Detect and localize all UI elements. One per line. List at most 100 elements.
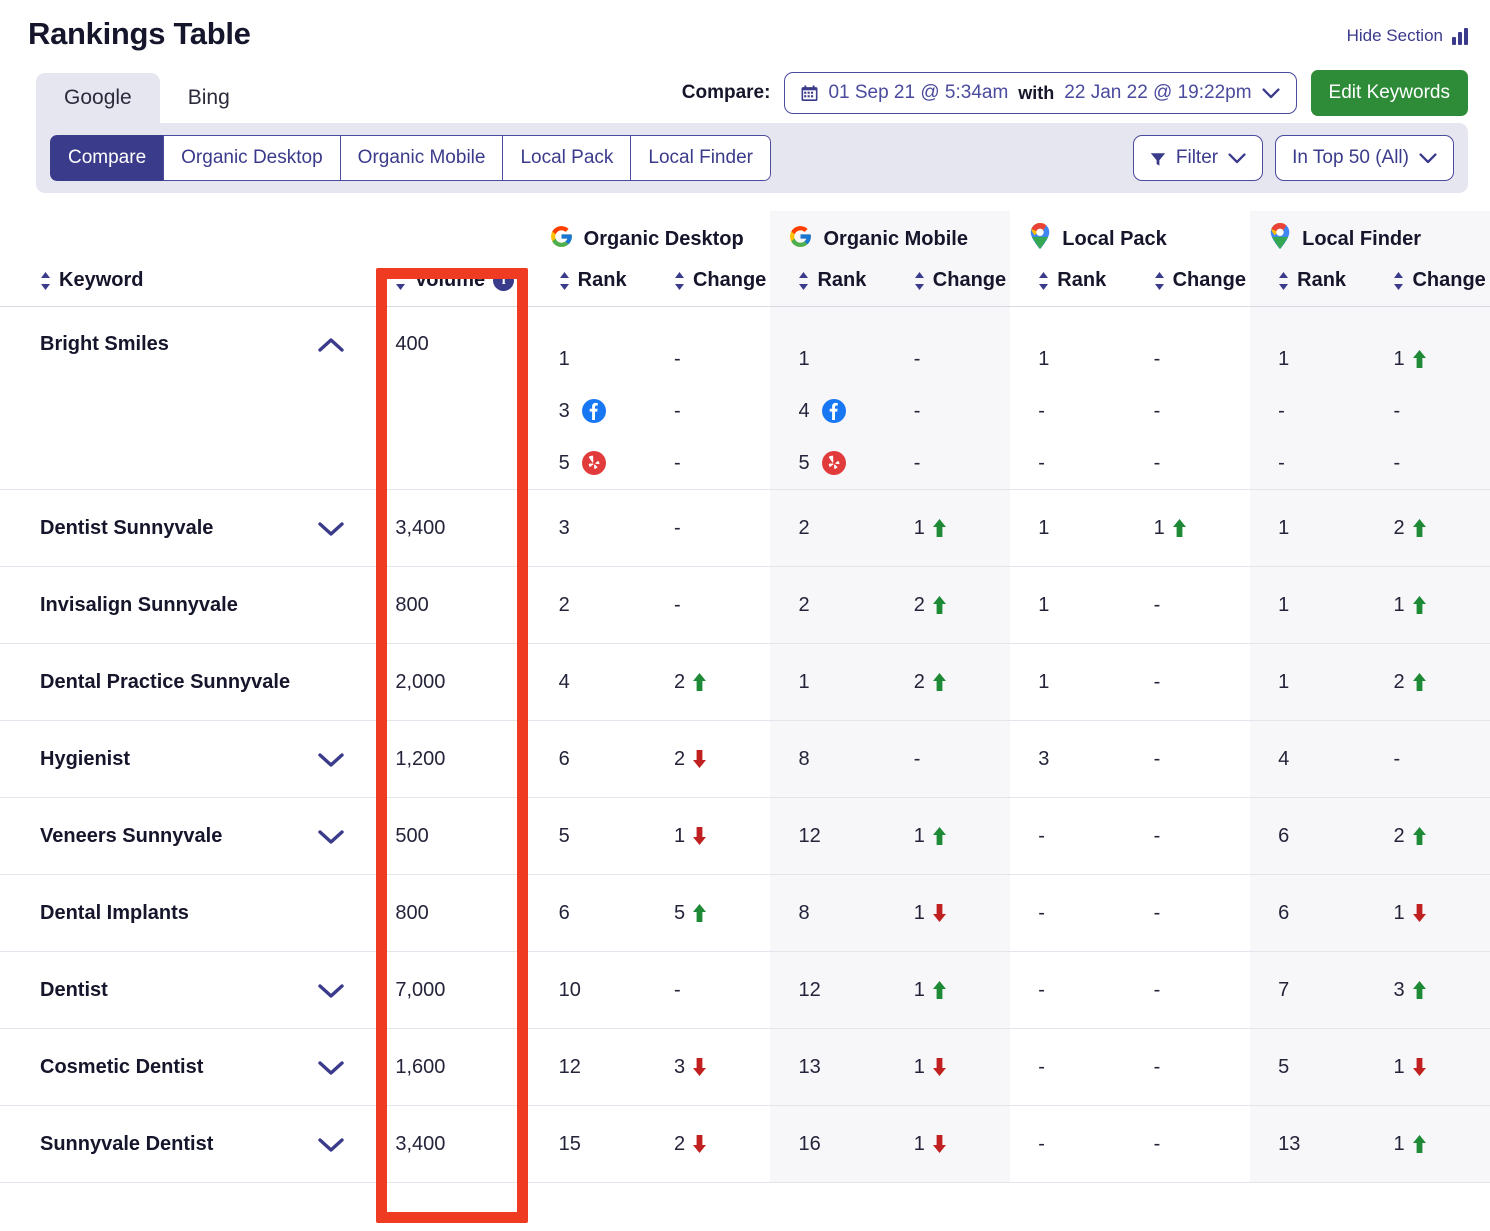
table-row[interactable]: Invisalign Sunnyvale8002-221-11	[0, 567, 1490, 644]
chevron-down-icon[interactable]	[317, 520, 345, 537]
tab-google[interactable]: Google	[36, 73, 160, 123]
table-row[interactable]: Cosmetic Dentist1,600123131--51	[0, 1029, 1490, 1106]
rank-entry: 1	[1038, 333, 1125, 385]
sort-updown-icon	[559, 272, 570, 290]
sort-updown-icon	[1154, 272, 1165, 290]
top-rank-filter-button[interactable]: In Top 50 (All)	[1275, 135, 1454, 181]
change-value: 1	[1393, 594, 1426, 617]
rank-cell: 1	[1010, 567, 1125, 644]
col-header-keyword[interactable]: Keyword	[0, 263, 367, 307]
view-tab-local-finder[interactable]: Local Finder	[630, 135, 771, 181]
keyword-cell: Bright Smiles	[0, 307, 367, 490]
arrow-down-icon	[1412, 903, 1427, 923]
date-range-picker[interactable]: 01 Sep 21 @ 5:34am with 22 Jan 22 @ 19:2…	[784, 72, 1296, 114]
change-cell: 3	[1365, 952, 1490, 1029]
table-row[interactable]: Veneers Sunnyvale50051121--62	[0, 798, 1490, 875]
table-row[interactable]: Dental Implants8006581--61	[0, 875, 1490, 952]
col-header-organic-desktop-change[interactable]: Change	[646, 263, 771, 307]
col-header-local-finder-rank[interactable]: Rank	[1250, 263, 1365, 307]
keyword-label: Bright Smiles	[40, 333, 169, 356]
col-header-organic-mobile-rank[interactable]: Rank	[770, 263, 885, 307]
change-value: -	[1154, 452, 1161, 475]
filter-button[interactable]: Filter	[1133, 135, 1263, 181]
change-value: 1	[914, 1056, 947, 1079]
rank-value: -	[1038, 825, 1045, 847]
change-cell: 2	[886, 567, 1011, 644]
arrow-down-icon	[932, 1134, 947, 1154]
chevron-down-icon[interactable]	[317, 1059, 345, 1076]
change-value: -	[1393, 400, 1400, 423]
rank-cell: 5	[1250, 1029, 1365, 1106]
hide-section-label: Hide Section	[1347, 26, 1443, 46]
sort-updown-icon	[914, 272, 925, 290]
rank-cell: 6	[531, 721, 646, 798]
tab-bing[interactable]: Bing	[160, 73, 258, 123]
change-value: 1	[1393, 1133, 1426, 1156]
chevron-up-icon[interactable]	[317, 336, 345, 353]
col-header-local-finder-change[interactable]: Change	[1365, 263, 1490, 307]
rank-entry: -	[1278, 437, 1365, 489]
rank-cell: -	[1010, 1029, 1125, 1106]
rank-value: 1	[798, 348, 809, 371]
keyword-label: Dental Practice Sunnyvale	[40, 671, 290, 694]
group-header-row: Organic Desktop Organic Mobile Local Pac…	[0, 211, 1490, 263]
rank-value: 6	[1278, 825, 1289, 847]
arrow-down-icon	[692, 749, 707, 769]
col-label: Rank	[817, 269, 866, 292]
table-row[interactable]: Hygienist1,200628-3-4-	[0, 721, 1490, 798]
rank-cell: 2	[770, 490, 885, 567]
chevron-down-icon[interactable]	[317, 828, 345, 845]
rank-value: 4	[798, 400, 809, 423]
change-value: 1	[1393, 348, 1426, 371]
facebook-icon	[822, 399, 846, 423]
col-header-volume[interactable]: Volume i	[367, 263, 530, 307]
chevron-down-icon[interactable]	[317, 982, 345, 999]
hide-section-button[interactable]: Hide Section	[1347, 16, 1468, 46]
rank-cell: -	[1010, 1106, 1125, 1183]
change-value: -	[914, 348, 921, 371]
table-row[interactable]: Dentist7,00010-121--73	[0, 952, 1490, 1029]
group-header-organic-mobile: Organic Mobile	[770, 211, 1010, 263]
rank-value: -	[1038, 979, 1045, 1001]
change-cell: 2	[1365, 798, 1490, 875]
date-to-value: 22 Jan 22 @ 19:22pm	[1064, 82, 1251, 104]
chevron-down-icon[interactable]	[317, 751, 345, 768]
arrow-up-icon	[932, 672, 947, 692]
keyword-cell: Sunnyvale Dentist	[0, 1106, 367, 1183]
rank-value: 5	[559, 825, 570, 847]
col-header-organic-desktop-rank[interactable]: Rank	[531, 263, 646, 307]
change-entry: -	[1154, 333, 1251, 385]
engine-tabs: Google Bing	[36, 73, 258, 123]
rank-cell: 1	[1010, 644, 1125, 721]
table-row[interactable]: Dental Practice Sunnyvale2,00042121-12	[0, 644, 1490, 721]
view-tab-local-pack[interactable]: Local Pack	[502, 135, 630, 181]
table-row[interactable]: Bright Smiles400135---145---1-----1--1--	[0, 307, 1490, 490]
edit-keywords-button[interactable]: Edit Keywords	[1311, 70, 1468, 116]
view-tab-organic-desktop[interactable]: Organic Desktop	[163, 135, 340, 181]
change-entry: -	[1393, 385, 1490, 437]
info-icon[interactable]: i	[493, 270, 514, 291]
sort-updown-icon	[1038, 272, 1049, 290]
sort-updown-icon	[798, 272, 809, 290]
table-row[interactable]: Dentist Sunnyvale3,4003-211112	[0, 490, 1490, 567]
view-tab-organic-mobile[interactable]: Organic Mobile	[340, 135, 503, 181]
chevron-down-icon[interactable]	[317, 1136, 345, 1153]
chevron-down-icon	[1262, 88, 1280, 99]
rank-cell: 1--	[1010, 307, 1125, 490]
keyword-label: Cosmetic Dentist	[40, 1056, 203, 1079]
col-header-local-pack-rank[interactable]: Rank	[1010, 263, 1125, 307]
volume-cell: 500	[367, 798, 530, 875]
view-tab-compare[interactable]: Compare	[50, 135, 163, 181]
col-header-organic-mobile-change[interactable]: Change	[886, 263, 1011, 307]
filter-label: Filter	[1176, 147, 1218, 169]
change-value: -	[1154, 594, 1161, 617]
rank-entry: -	[1278, 385, 1365, 437]
volume-cell: 400	[367, 307, 530, 490]
change-entry: -	[914, 333, 1011, 385]
col-header-local-pack-change[interactable]: Change	[1126, 263, 1251, 307]
keyword-label: Dentist	[40, 979, 108, 1002]
rank-value: 5	[798, 452, 809, 475]
change-value: -	[914, 400, 921, 423]
table-row[interactable]: Sunnyvale Dentist3,400152161--131	[0, 1106, 1490, 1183]
col-label: Rank	[1057, 269, 1106, 292]
